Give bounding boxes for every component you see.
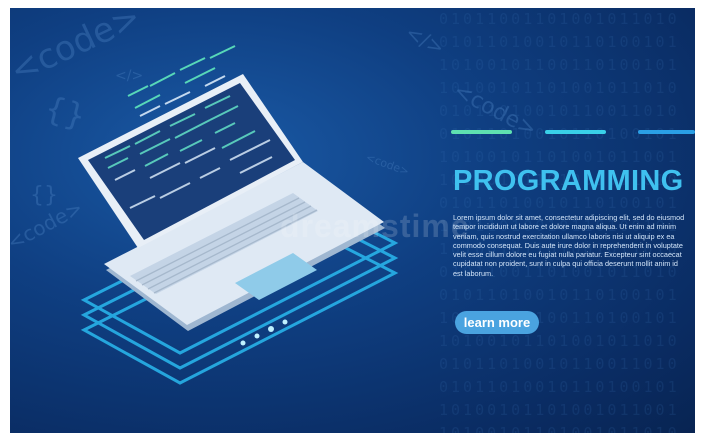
- hero-banner: 0101100110100101101001011010010110100101…: [10, 8, 695, 433]
- learn-more-button[interactable]: learn more: [455, 311, 539, 334]
- accent-bar-blue: [638, 130, 695, 134]
- accent-bar-green: [451, 130, 512, 134]
- watermark: dreamstime: [280, 208, 470, 244]
- description-text: Lorem ipsum dolor sit amet, consectetur …: [453, 213, 685, 278]
- accent-bar-cyan: [545, 130, 606, 134]
- page-title: PROGRAMMING: [453, 165, 684, 197]
